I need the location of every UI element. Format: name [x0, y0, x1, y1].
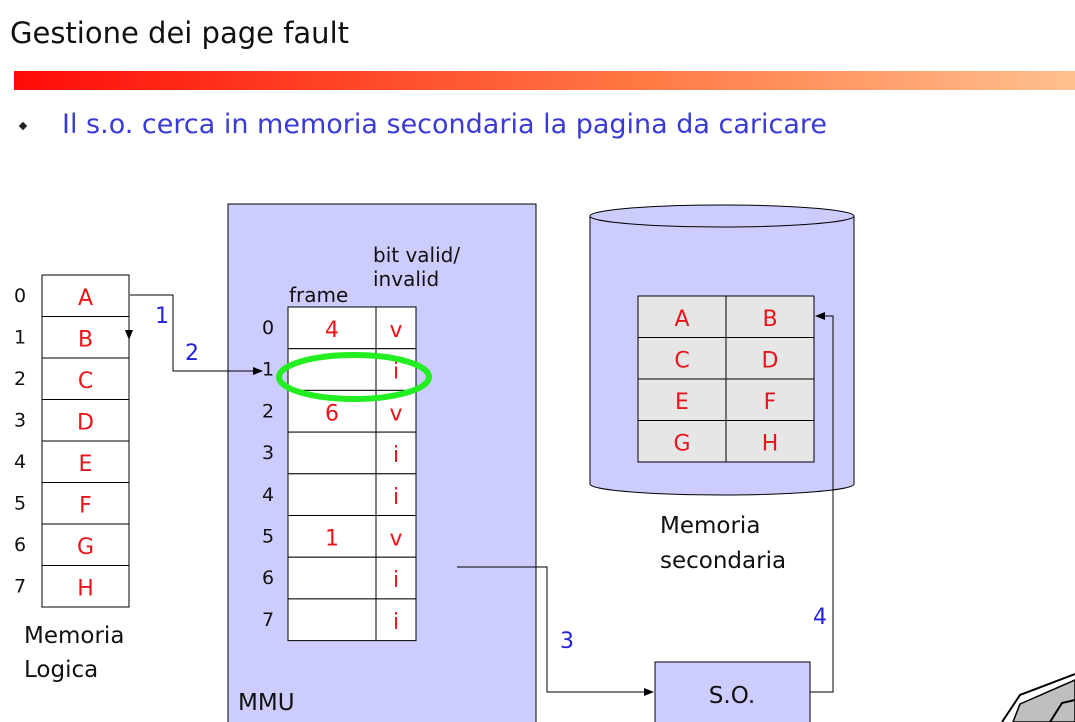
- os-box-label: S.O.: [709, 683, 755, 709]
- logical-page-label: H: [77, 577, 94, 602]
- logical-index-label: 0: [14, 285, 26, 307]
- valid-bit-label: i: [393, 568, 399, 593]
- step-2-label: 2: [185, 341, 199, 366]
- bit-header-line-2: invalid: [373, 267, 439, 291]
- valid-bit-label: v: [389, 318, 402, 343]
- page-table-index-label: 7: [262, 609, 274, 631]
- logical-index-label: 2: [14, 368, 26, 390]
- page-table-index-label: 6: [262, 567, 274, 589]
- secondary-memory-label-line-1: Memoria: [660, 513, 760, 539]
- logical-memory-table: A 0 B 1 C 2 D 3 E 4 F 5 G 6 H 7: [14, 274, 130, 608]
- secondary-memory-label-line-2: secondaria: [660, 548, 786, 574]
- step-4-label: 4: [813, 605, 827, 630]
- logical-index-label: 3: [14, 410, 26, 432]
- logical-page-label: C: [78, 369, 93, 394]
- frame-header: frame: [289, 283, 348, 307]
- logical-memory-label-line-1: Memoria: [24, 623, 124, 649]
- frame-number-label: 6: [325, 401, 339, 426]
- frame-number-label: 1: [325, 527, 339, 552]
- step-3-label: 3: [560, 629, 574, 654]
- logical-page-label: E: [79, 452, 93, 477]
- secondary-page-label: C: [674, 349, 689, 374]
- secondary-page-label: G: [673, 432, 690, 457]
- secondary-page-label: B: [762, 307, 777, 332]
- frame-cell: [287, 431, 377, 475]
- disk-drive-icon: [1001, 673, 1075, 722]
- secondary-memory-grid: A B C D E F G H: [637, 295, 815, 463]
- bit-header-line-1: bit valid/: [373, 243, 460, 267]
- secondary-page-label: H: [762, 432, 779, 457]
- mmu-label: MMU: [238, 690, 295, 716]
- secondary-page-label: D: [762, 349, 779, 374]
- frame-cell: [287, 556, 377, 600]
- secondary-page-label: A: [674, 307, 689, 332]
- page-table-index-label: 0: [262, 317, 274, 339]
- step-1-label: 1: [155, 304, 169, 329]
- valid-bit-label: i: [393, 360, 399, 385]
- logical-index-label: 1: [14, 327, 26, 349]
- frame-cell: [287, 473, 377, 516]
- valid-bit-label: v: [389, 527, 402, 552]
- logical-page-label: B: [78, 328, 93, 353]
- logical-page-label: A: [78, 286, 93, 311]
- valid-bit-label: i: [393, 610, 399, 635]
- page-table-index-label: 4: [262, 484, 274, 506]
- valid-bit-label: i: [393, 443, 399, 468]
- valid-bit-label: v: [389, 401, 402, 426]
- logical-page-label: F: [79, 494, 92, 519]
- frame-cell: [287, 598, 377, 642]
- logical-index-label: 6: [14, 534, 26, 556]
- logical-index-label: 7: [14, 576, 26, 598]
- secondary-page-label: E: [675, 390, 689, 415]
- logical-page-label: D: [77, 411, 94, 436]
- page-table-index-label: 2: [262, 400, 274, 422]
- logical-page-label: G: [77, 535, 94, 560]
- valid-bit-label: i: [393, 485, 399, 510]
- logical-memory-label-line-2: Logica: [24, 657, 98, 683]
- page-table-index-label: 3: [262, 442, 274, 464]
- logical-index-label: 5: [14, 493, 26, 515]
- logical-index-label: 4: [14, 451, 26, 473]
- page-table-index-label: 5: [262, 526, 274, 548]
- page-fault-diagram: MMU frame bit valid/ invalid 4 v 0 i 1 6 v 2 i 3 i…: [14, 203, 1075, 722]
- secondary-page-label: F: [764, 390, 777, 415]
- frame-number-label: 4: [325, 318, 339, 343]
- page-table-index-label: 1: [262, 359, 274, 381]
